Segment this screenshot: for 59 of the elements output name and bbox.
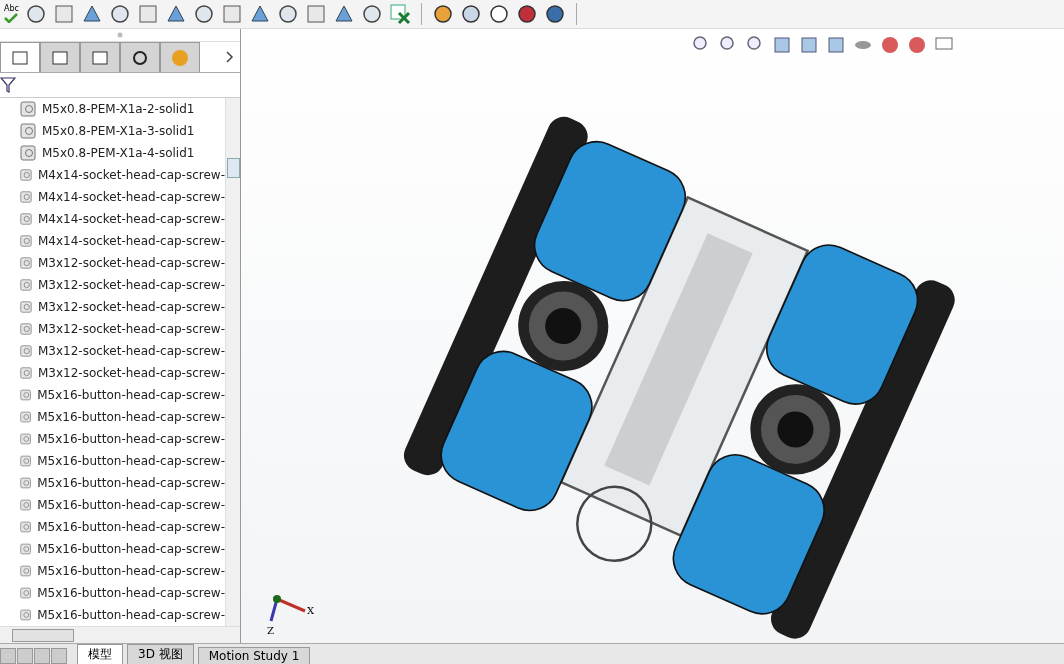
tree-item[interactable]: M5x16-button-head-cap-screw- (0, 516, 225, 538)
tree-item[interactable]: M5x0.8-PEM-X1a-2-solid1 (0, 98, 225, 120)
tree-item[interactable]: M4x14-socket-head-cap-screw- (0, 230, 225, 252)
part-icon (20, 233, 32, 249)
part-icon (20, 365, 32, 381)
tree-item[interactable]: M5x16-button-head-cap-screw- (0, 406, 225, 428)
part-icon (20, 607, 32, 623)
part-icon (20, 497, 32, 513)
excel-icon[interactable] (388, 3, 411, 25)
part-icon (20, 255, 32, 271)
tree-item[interactable]: M5x16-button-head-cap-screw- (0, 494, 225, 516)
part-icon (20, 453, 32, 469)
part-icon (20, 409, 32, 425)
tree-item[interactable]: M5x16-button-head-cap-screw- (0, 538, 225, 560)
part-icon (20, 167, 32, 183)
tree-item[interactable]: M5x16-button-head-cap-screw- (0, 450, 225, 472)
part-icon (20, 475, 32, 491)
tree-item[interactable]: M5x16-button-head-cap-screw- (0, 472, 225, 494)
axis-label: X (307, 605, 315, 616)
tree-item[interactable]: M5x16-button-head-cap-screw- (0, 428, 225, 450)
tree-item[interactable]: M5x16-button-head-cap-screw- (0, 560, 225, 582)
part-icon (20, 101, 36, 117)
grip-icon (117, 32, 123, 38)
chevron-right-icon[interactable] (226, 51, 234, 63)
part-icon (20, 519, 32, 535)
spell-check-button[interactable]: Abc (4, 5, 19, 23)
view-tab[interactable]: 3D 视图 (127, 644, 194, 664)
part-icon (20, 123, 36, 139)
part-icon (20, 387, 32, 403)
view-tab[interactable]: 模型 (77, 644, 123, 664)
tree-item[interactable]: M5x16-button-head-cap-screw- (0, 582, 225, 604)
part-icon (20, 343, 32, 359)
part-icon (20, 189, 32, 205)
part-icon (20, 585, 32, 601)
tree-item[interactable]: M5x0.8-PEM-X1a-3-solid1 (0, 120, 225, 142)
tree-item[interactable]: M3x12-socket-head-cap-screw- (0, 252, 225, 274)
axis-label: Z (267, 625, 274, 636)
filter-icon[interactable] (0, 77, 16, 93)
tree-item[interactable]: M5x16-button-head-cap-screw- (0, 384, 225, 406)
part-icon (20, 541, 32, 557)
part-icon (20, 321, 32, 337)
part-icon (20, 277, 32, 293)
tree-item[interactable]: M5x0.8-PEM-X1a-4-solid1 (0, 142, 225, 164)
tree-item[interactable]: M4x14-socket-head-cap-screw- (0, 164, 225, 186)
part-icon (20, 145, 36, 161)
tree-item[interactable]: M5x16-button-head-cap-screw- (0, 604, 225, 626)
tree-item[interactable]: M3x12-socket-head-cap-screw- (0, 340, 225, 362)
part-icon (20, 563, 32, 579)
part-icon (20, 211, 32, 227)
tree-item[interactable]: M3x12-socket-head-cap-screw- (0, 296, 225, 318)
panel-tab[interactable] (120, 42, 160, 72)
tree-item[interactable]: M3x12-socket-head-cap-screw- (0, 274, 225, 296)
tree-item[interactable]: M4x14-socket-head-cap-screw- (0, 208, 225, 230)
view-tab[interactable]: Motion Study 1 (197, 647, 311, 664)
part-icon (20, 299, 32, 315)
tree-item[interactable]: M4x14-socket-head-cap-screw- (0, 186, 225, 208)
tree-item[interactable]: M3x12-socket-head-cap-screw- (0, 318, 225, 340)
tree-item[interactable]: M3x12-socket-head-cap-screw- (0, 362, 225, 384)
part-icon (20, 431, 32, 447)
